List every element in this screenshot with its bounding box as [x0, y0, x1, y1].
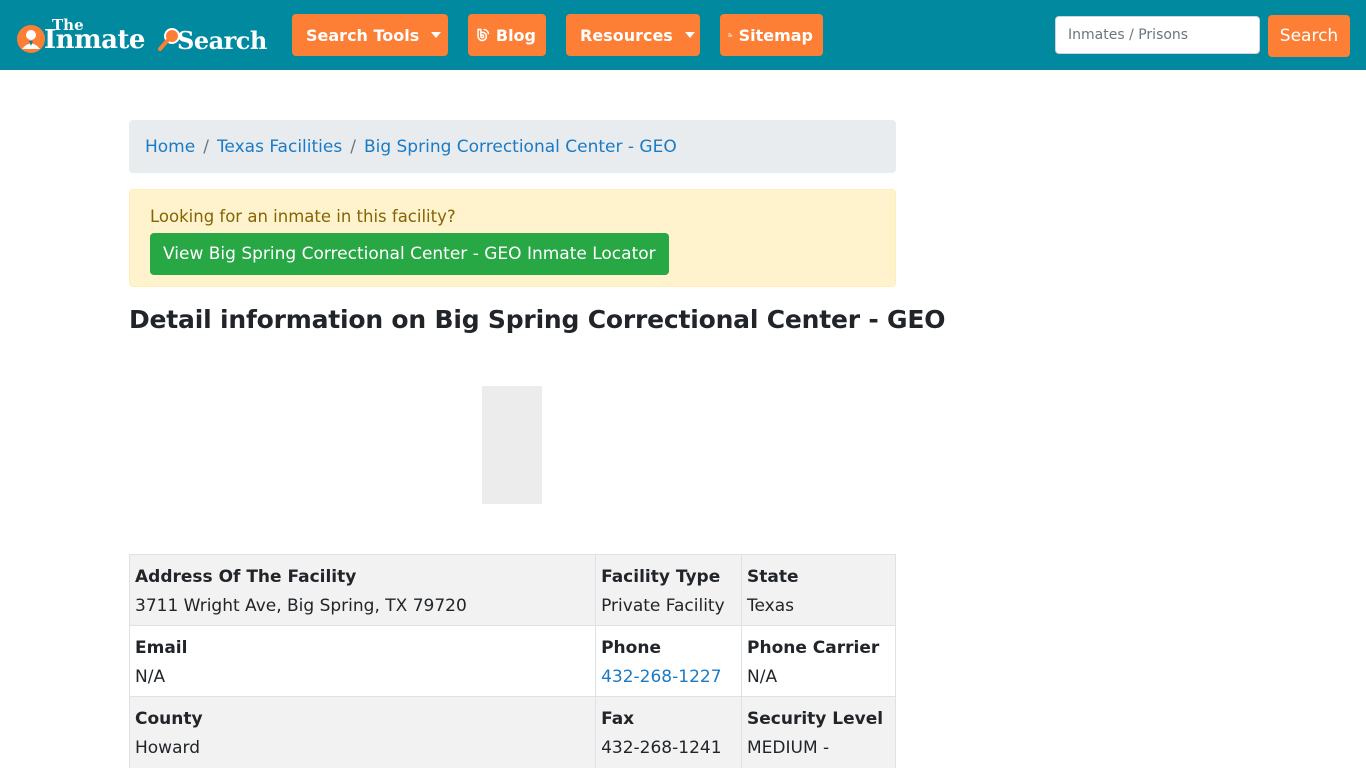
table-row: Address Of The Facility 3711 Wright Ave,…	[128, 554, 896, 626]
state-cell: State Texas	[741, 554, 896, 626]
state-label: State	[747, 567, 799, 587]
table-row: Email N/A Phone 432-268-1227 Phone Carri…	[128, 625, 896, 697]
fax-value: 432-268-1241	[601, 738, 722, 758]
resources-label: Resources	[580, 25, 673, 45]
phone-carrier-label: Phone Carrier	[747, 638, 880, 658]
search-input[interactable]	[1055, 16, 1260, 54]
blog-label: Blog	[495, 25, 536, 45]
blog-button[interactable]: Blog	[468, 14, 546, 56]
top-navbar: The Inmate Search Search Tools Blog Reso…	[0, 0, 1366, 70]
breadcrumb: Home / Texas Facilities / Big Spring Cor…	[129, 120, 896, 173]
rss-icon	[728, 33, 733, 37]
breadcrumb-separator: /	[350, 136, 356, 157]
person-icon	[17, 25, 45, 53]
search-tools-dropdown[interactable]: Search Tools	[292, 14, 448, 56]
inmate-locator-alert: Looking for an inmate in this facility? …	[129, 189, 896, 287]
facility-type-value: Private Facility	[601, 596, 725, 616]
facility-details-table: Address Of The Facility 3711 Wright Ave,…	[128, 554, 896, 768]
breadcrumb-state-link[interactable]: Texas Facilities	[217, 137, 342, 157]
ad-placeholder	[482, 386, 542, 504]
state-value: Texas	[747, 596, 795, 616]
logo-inmate: Inmate	[44, 25, 145, 55]
site-logo[interactable]: The Inmate Search	[14, 17, 274, 58]
security-level-label: Security Level	[747, 709, 884, 729]
chevron-down-icon	[431, 32, 442, 38]
address-value: 3711 Wright Ave, Big Spring, TX 79720	[135, 596, 467, 616]
breadcrumb-separator: /	[203, 136, 209, 157]
phone-carrier-cell: Phone Carrier N/A	[741, 625, 896, 697]
sitemap-button[interactable]: Sitemap	[720, 14, 823, 56]
county-cell: County Howard	[128, 696, 597, 768]
address-label: Address Of The Facility	[135, 567, 357, 587]
facility-type-cell: Facility Type Private Facility	[595, 554, 743, 626]
phone-cell: Phone 432-268-1227	[595, 625, 743, 697]
search-tools-label: Search Tools	[306, 25, 420, 45]
email-cell: Email N/A	[128, 625, 597, 697]
phone-carrier-value: N/A	[747, 667, 778, 687]
fax-cell: Fax 432-268-1241	[595, 696, 743, 768]
search-button[interactable]: Search	[1268, 15, 1350, 57]
county-value: Howard	[135, 738, 200, 758]
address-cell: Address Of The Facility 3711 Wright Ave,…	[128, 554, 597, 626]
phone-link[interactable]: 432-268-1227	[601, 663, 737, 692]
fax-label: Fax	[601, 709, 635, 729]
breadcrumb-facility-link[interactable]: Big Spring Correctional Center - GEO	[364, 137, 677, 157]
phone-label: Phone	[601, 638, 661, 658]
email-value: N/A	[135, 667, 166, 687]
security-level-cell: Security Level MEDIUM - general	[741, 696, 896, 768]
sitemap-label: Sitemap	[738, 25, 813, 45]
alert-text: Looking for an inmate in this facility?	[150, 207, 456, 226]
facility-type-label: Facility Type	[601, 567, 721, 587]
security-level-value: MEDIUM - general	[747, 738, 830, 768]
email-label: Email	[135, 638, 188, 658]
resources-dropdown[interactable]: Resources	[566, 14, 700, 56]
inmate-locator-button[interactable]: View Big Spring Correctional Center - GE…	[150, 233, 669, 275]
county-label: County	[135, 709, 203, 729]
logo-search: Search	[177, 26, 267, 55]
table-row: County Howard Fax 432-268-1241 Security …	[128, 696, 896, 768]
chevron-down-icon	[684, 32, 695, 38]
breadcrumb-home-link[interactable]: Home	[145, 137, 195, 157]
blog-icon	[477, 28, 490, 42]
page-title: Detail information on Big Spring Correct…	[129, 305, 946, 334]
